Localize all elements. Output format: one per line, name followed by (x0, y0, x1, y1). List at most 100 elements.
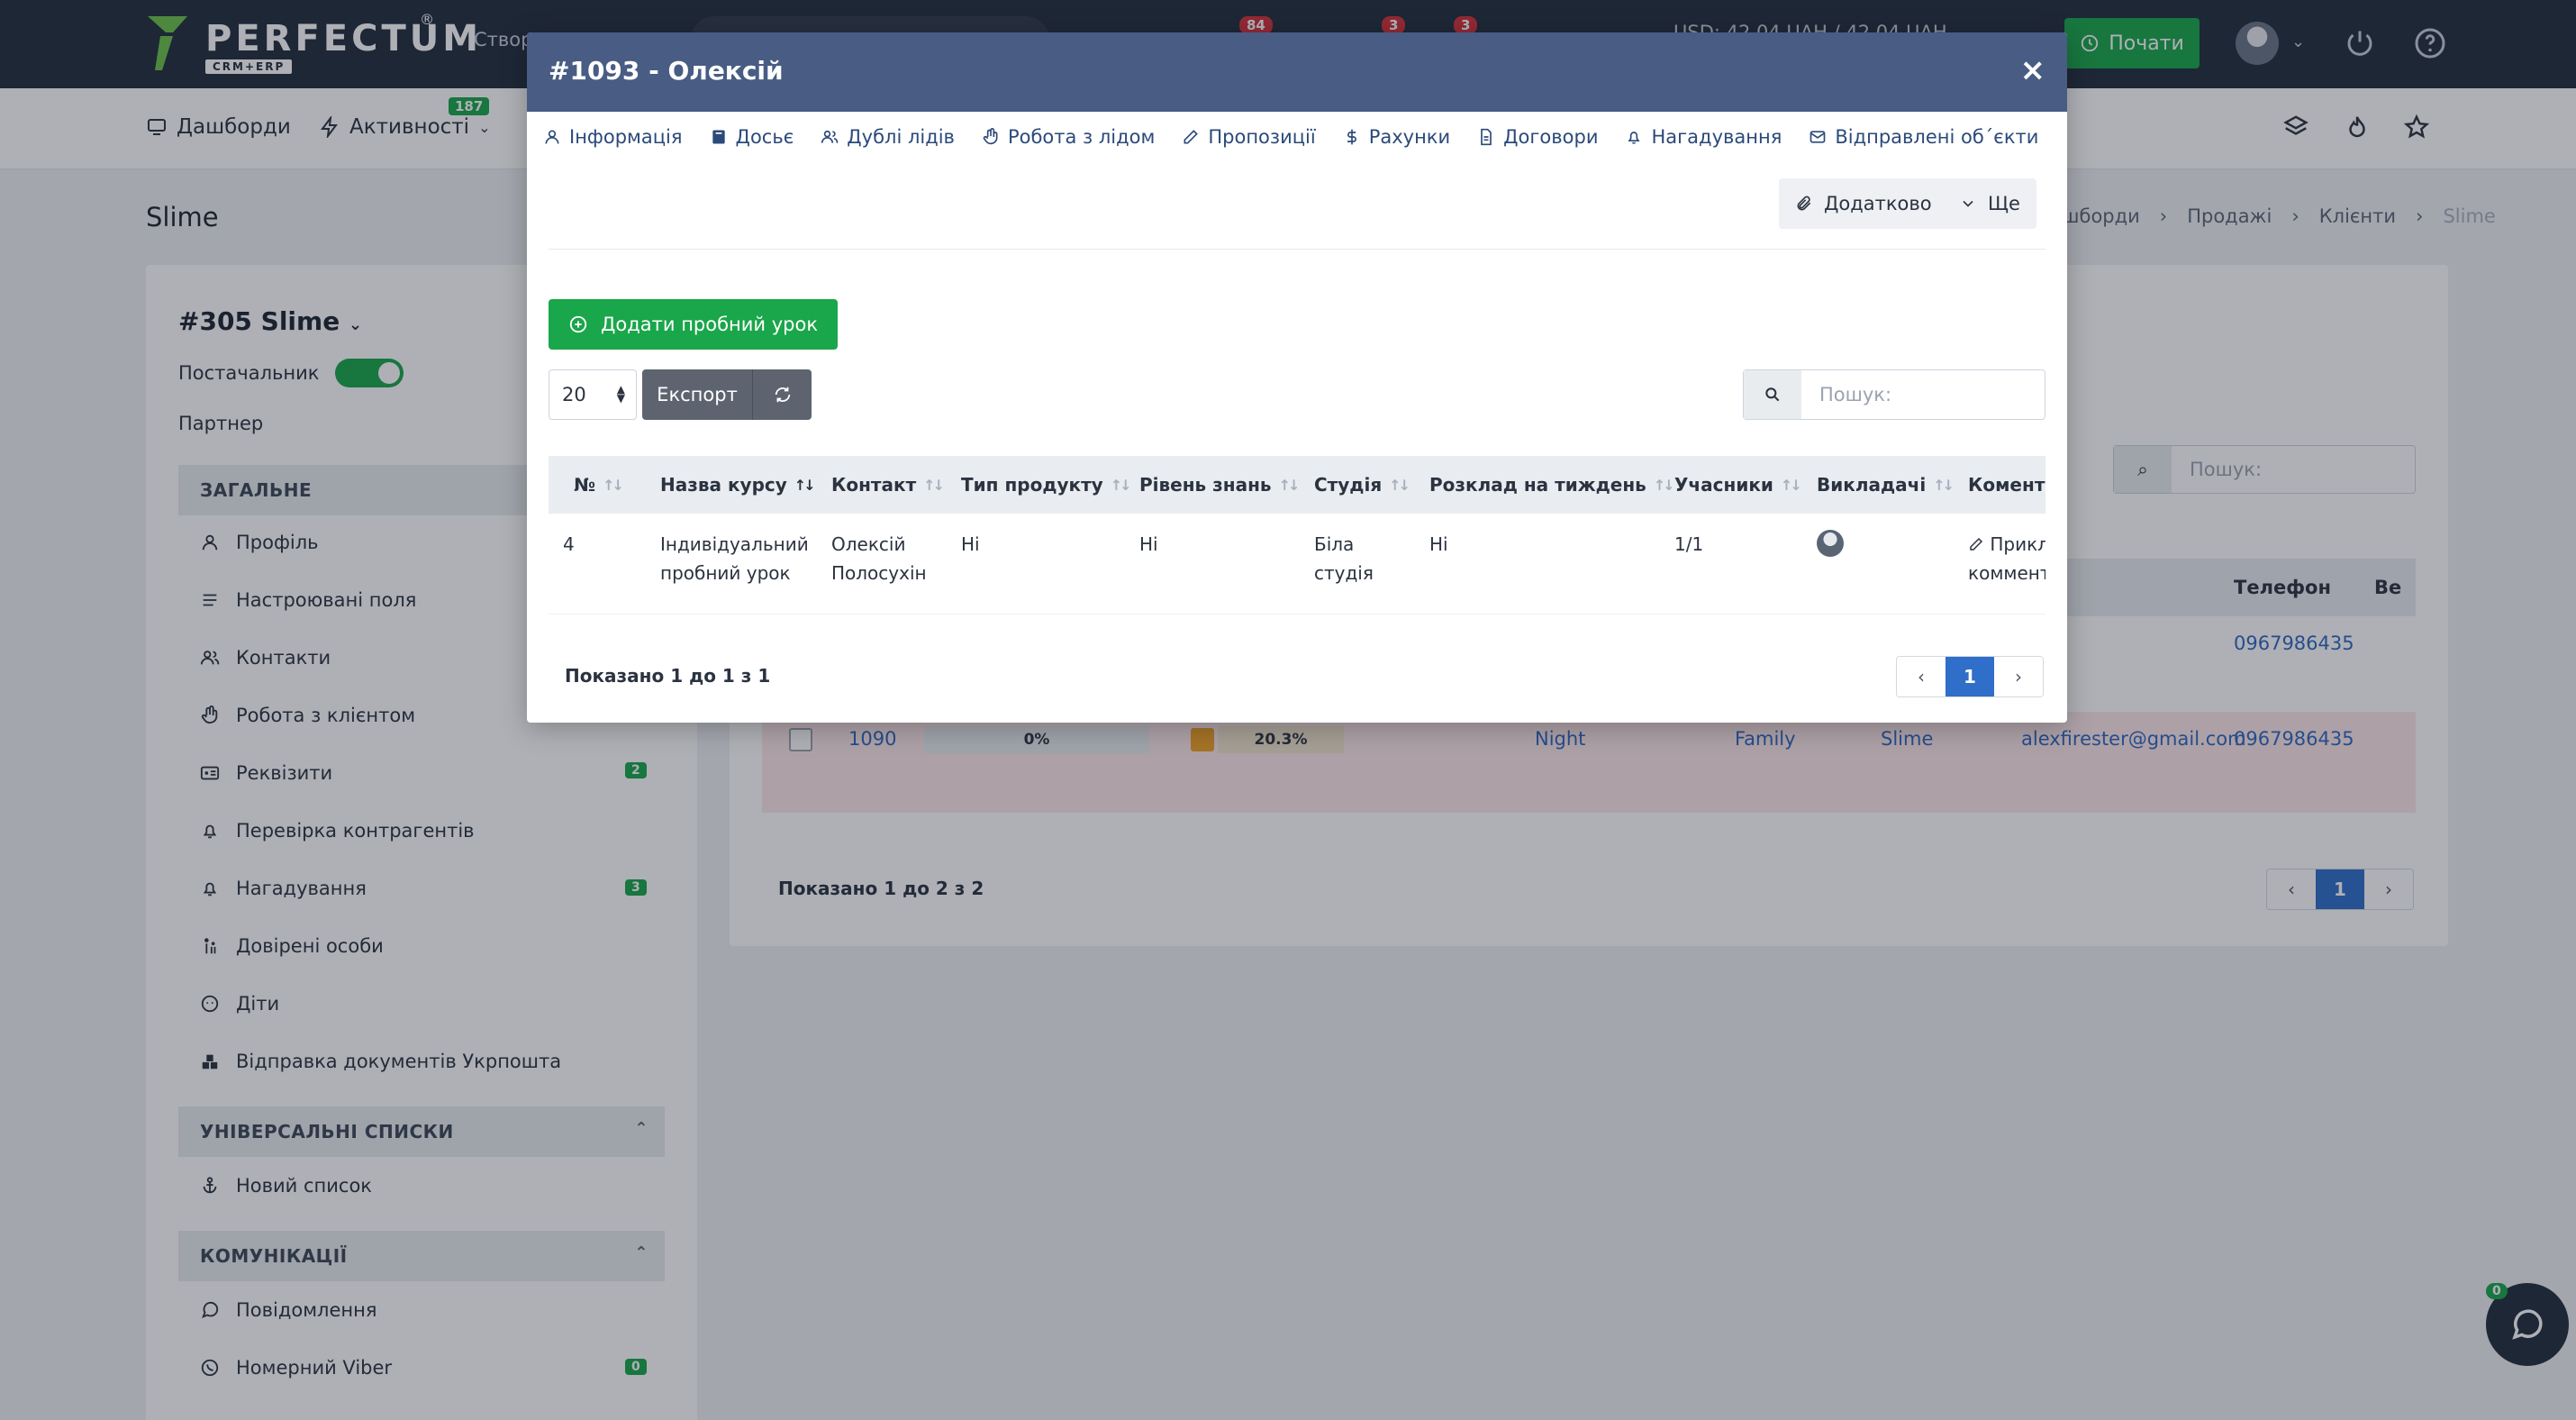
tab-proposals[interactable]: Пропозиції (1182, 126, 1316, 148)
column-label: Комента (1968, 474, 2045, 496)
add-trial-lesson-button[interactable]: Додати пробний урок (549, 299, 839, 350)
column-label: Розклад на тиждень (1429, 474, 1646, 496)
tab-contracts[interactable]: Договори (1477, 126, 1598, 148)
column-label: Рівень знань (1139, 474, 1272, 496)
column-header-number[interactable]: № ↑↓ (574, 474, 624, 496)
column-header-schedule[interactable]: Розклад на тиждень ↑↓ (1429, 474, 1675, 496)
modal-search (1743, 369, 2045, 420)
sort-arrows-icon: ▲ ▼ (616, 383, 625, 405)
user-icon (545, 130, 559, 144)
modal-title: #1093 - Олексій (549, 56, 784, 86)
cell-contact-line: Олексій (831, 533, 906, 555)
modal-header: #1093 - Олексій × (527, 32, 2067, 112)
extra-button-label: Додатково (1824, 193, 1932, 214)
table-row[interactable]: 4 Індивідуальний пробний урок Олексій Поло… (549, 514, 2045, 614)
edit-icon (1184, 130, 1199, 144)
sort-active-icon: ↑↓ (794, 476, 816, 494)
tab-label: Досьє (735, 126, 794, 148)
page-size-select[interactable]: 20 ▲ ▼ (549, 369, 637, 420)
table-header: № ↑↓ Назва курсу ↑↓ Контакт ↑↓ Тип продукту… (549, 456, 2045, 514)
tab-label: Робота з лідом (1007, 126, 1156, 148)
tab-info[interactable]: Інформація (543, 126, 683, 148)
users-icon (821, 130, 839, 143)
tab-dossier[interactable]: Досьє (710, 126, 794, 148)
cell-comment[interactable]: Прикл коммент (1968, 530, 2045, 587)
tab-label: Нагадування (1651, 126, 1782, 148)
tab-lead-work[interactable]: Робота з лідом (982, 126, 1155, 148)
search-input[interactable] (1803, 370, 2045, 419)
tab-label: Договори (1503, 126, 1599, 148)
cell-studio: Біла студія (1314, 530, 1374, 587)
column-header-level[interactable]: Рівень знань ↑↓ (1139, 474, 1301, 496)
edit-icon (1970, 537, 1983, 551)
table-info: Показано 1 до 1 з 1 (565, 665, 771, 687)
pagination: ‹ 1 › (1896, 656, 2044, 697)
refresh-icon (775, 387, 790, 403)
sort-icon: ↑↓ (1933, 476, 1955, 494)
search-icon (1744, 370, 1801, 419)
tab-reminders[interactable]: Нагадування (1625, 126, 1782, 148)
export-button[interactable]: Експорт (642, 369, 752, 420)
next-page-button[interactable]: › (1994, 657, 2043, 696)
column-label: Учасники (1674, 474, 1773, 496)
bell-icon (1628, 132, 1641, 144)
cell-comment-line: Прикл (1990, 533, 2045, 555)
tab-sent-objects[interactable]: Відправлені об΄єкти (1809, 126, 2038, 148)
column-header-product-type[interactable]: Тип продукту ↑↓ (961, 474, 1132, 496)
sort-icon: ↑↓ (923, 476, 945, 494)
page-size-value: 20 (562, 384, 586, 405)
cell-comment-line: коммент (1968, 562, 2045, 584)
tab-label: Дублі лідів (847, 126, 955, 148)
column-header-course[interactable]: Назва курсу ↑↓ (660, 474, 816, 496)
divider (549, 249, 2045, 250)
tab-label: Рахунки (1368, 126, 1451, 148)
column-label: Тип продукту (961, 474, 1103, 496)
cell-participants: 1/1 (1674, 533, 1704, 555)
prev-page-button[interactable]: ‹ (1897, 657, 1946, 696)
cell-schedule: Ні (1429, 533, 1448, 555)
page-button[interactable]: 1 (1946, 657, 1994, 696)
cell-contact: Олексій Полосухін (831, 530, 927, 587)
tab-label: Інформація (569, 126, 683, 148)
book-icon (712, 130, 725, 144)
lead-modal: #1093 - Олексій × Інформація Досьє Дублі… (527, 32, 2067, 723)
tab-invoices[interactable]: Рахунки (1343, 126, 1450, 148)
export-group: Експорт (642, 369, 812, 420)
add-trial-lesson-label: Додати пробний урок (601, 314, 819, 335)
modal-tabs: Інформація Досьє Дублі лідів Робота з лі… (543, 126, 2038, 148)
tab-label: Відправлені об΄єкти (1835, 126, 2039, 148)
hand-icon (983, 128, 998, 145)
sort-icon: ↑↓ (603, 476, 624, 494)
column-header-comment[interactable]: Комента (1968, 474, 2045, 496)
export-label: Експорт (657, 384, 738, 405)
column-header-contact[interactable]: Контакт ↑↓ (831, 474, 945, 496)
cell-course: Індивідуальний пробний урок (660, 530, 809, 587)
more-button[interactable]: Ще (1943, 178, 2036, 229)
close-icon[interactable]: × (2020, 52, 2046, 88)
sort-icon: ↑↓ (1278, 476, 1301, 494)
column-label: Викладачі (1817, 474, 1927, 496)
column-header-studio[interactable]: Студія ↑↓ (1314, 474, 1410, 496)
cell-course-line: Індивідуальний (660, 533, 809, 555)
cell-level: Ні (1139, 533, 1158, 555)
extra-button[interactable]: Додатково (1779, 178, 1948, 229)
column-header-teachers[interactable]: Викладачі ↑↓ (1817, 474, 1955, 496)
column-label: Контакт (831, 474, 917, 496)
dollar-icon (1347, 129, 1356, 145)
sort-icon: ↑↓ (1110, 476, 1132, 494)
more-button-label: Ще (1988, 193, 2020, 214)
file-icon (1481, 128, 1492, 146)
mail-icon (1810, 131, 1826, 143)
tab-label: Пропозиції (1208, 126, 1316, 148)
cell-product-type: Ні (961, 533, 980, 555)
paperclip-icon (1797, 196, 1811, 211)
column-header-participants[interactable]: Учасники ↑↓ (1674, 474, 1802, 496)
column-label: № (574, 474, 596, 496)
teacher-avatar[interactable] (1817, 530, 1844, 557)
plus-circle-icon (569, 315, 587, 333)
sort-icon: ↑↓ (1653, 476, 1675, 494)
chevron-down-icon (1963, 200, 1973, 207)
sort-icon: ↑↓ (1389, 476, 1410, 494)
refresh-button[interactable] (752, 369, 812, 420)
tab-lead-duplicates[interactable]: Дублі лідів (821, 126, 955, 148)
